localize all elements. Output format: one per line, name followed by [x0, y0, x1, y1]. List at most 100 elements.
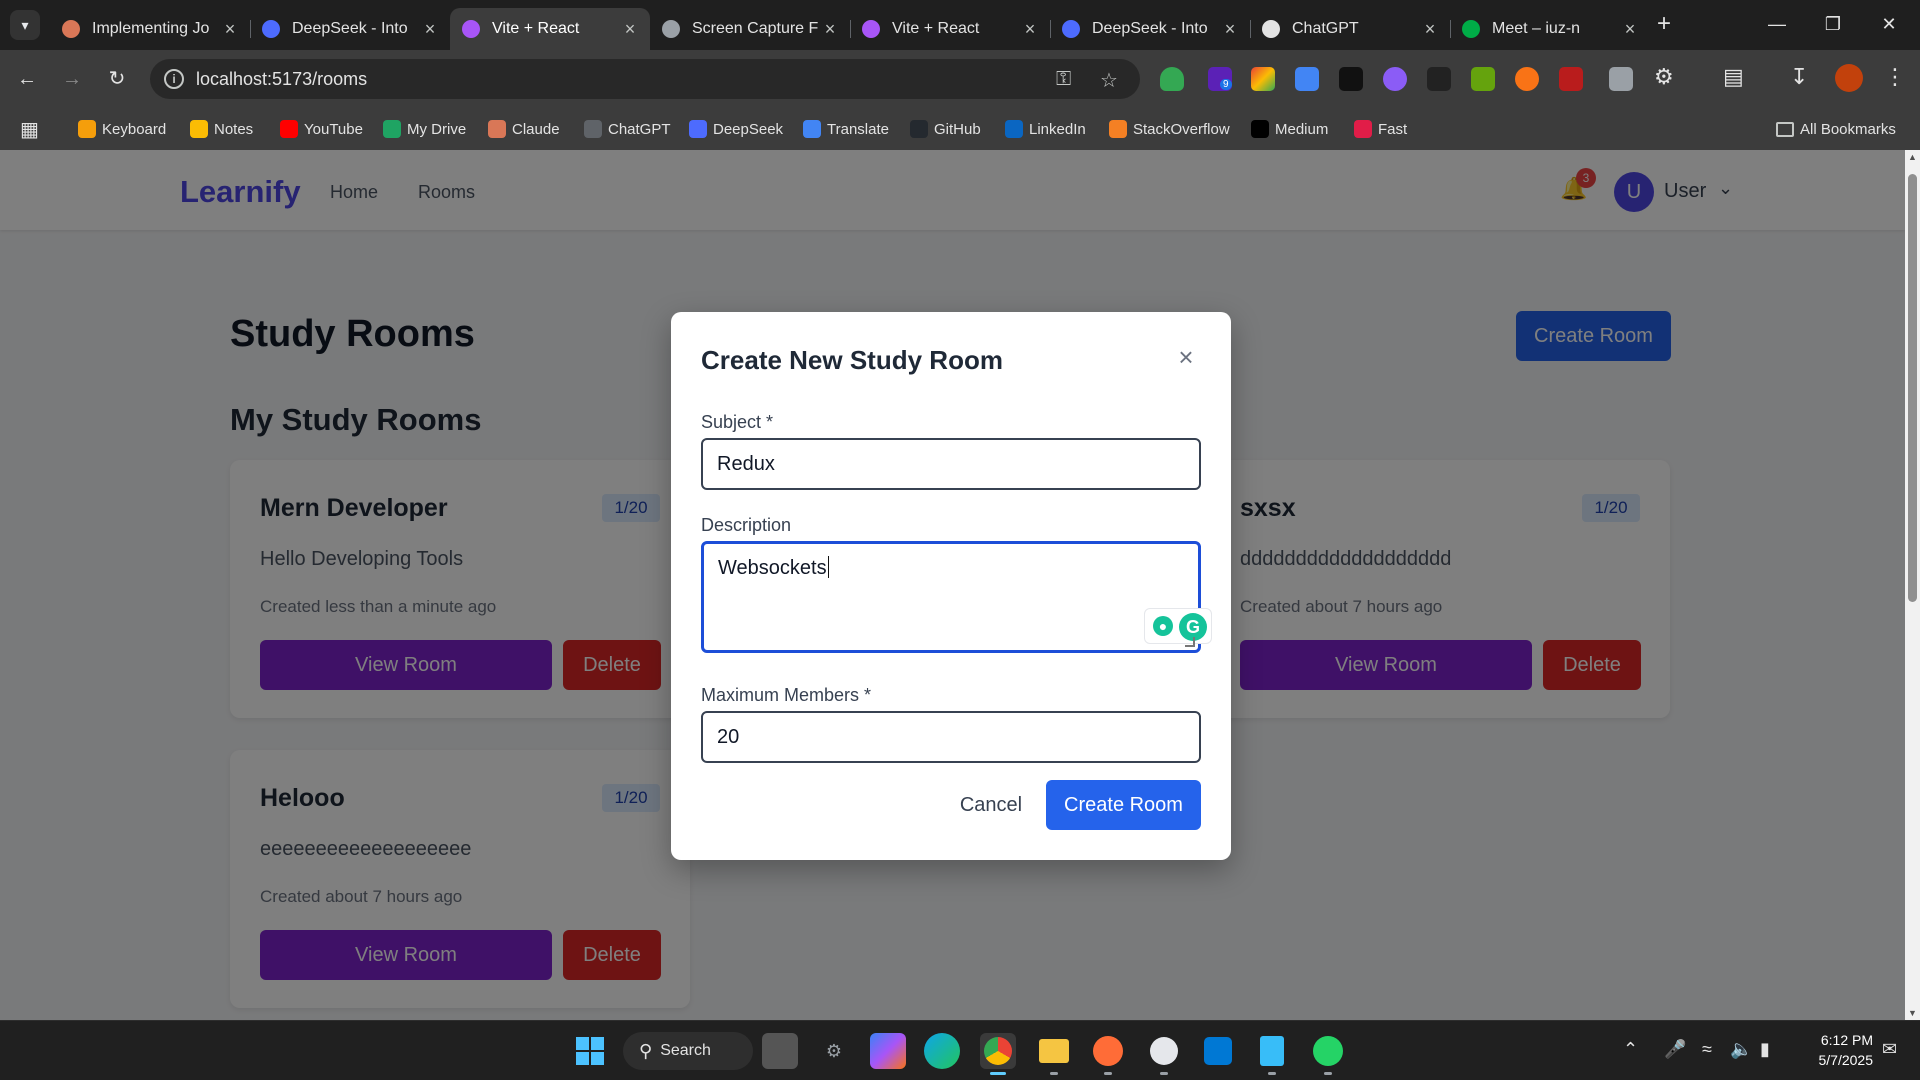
close-tab-icon[interactable]: × [820, 19, 840, 40]
chrome-taskbar-icon[interactable] [980, 1033, 1016, 1075]
browser-tab[interactable]: DeepSeek - Into × [250, 8, 450, 50]
scroll-down-arrow-icon[interactable]: ▼ [1905, 1008, 1920, 1018]
max-members-input[interactable]: 20 [701, 711, 1201, 763]
terminal-extension-icon[interactable] [1427, 67, 1451, 91]
lightbulb-icon[interactable]: ● [1153, 616, 1173, 636]
bookmark-item[interactable]: Medium [1251, 108, 1328, 150]
translate-extension-icon[interactable] [1295, 67, 1319, 91]
shield-extension-icon[interactable] [1160, 67, 1184, 91]
wifi-icon[interactable]: ≈ [1702, 1039, 1712, 1060]
reading-list-icon[interactable]: ▤ [1723, 64, 1744, 90]
restore-window-button[interactable]: ❐ [1810, 8, 1856, 40]
tab-title: Vite + React [892, 20, 980, 37]
microphone-icon[interactable]: 🎤 [1664, 1039, 1686, 1060]
bookmark-item[interactable]: My Drive [383, 108, 466, 150]
browser-tab[interactable]: ChatGPT × [1250, 8, 1450, 50]
close-tab-icon[interactable]: × [1020, 19, 1040, 40]
whatsapp-icon[interactable] [1310, 1033, 1346, 1075]
downloads-icon[interactable]: ↧ [1790, 64, 1808, 90]
password-key-icon[interactable]: ⚿ [1056, 68, 1071, 91]
show-hidden-icons-chevron-icon[interactable]: ⌃ [1623, 1039, 1638, 1060]
browser-tab[interactable]: Screen Capture F × [650, 8, 850, 50]
new-tab-button[interactable]: + [1650, 10, 1678, 38]
chart-extension-icon[interactable] [1471, 67, 1495, 91]
chrome-menu-icon[interactable]: ⋮ [1884, 64, 1906, 90]
close-window-button[interactable]: ✕ [1866, 8, 1912, 40]
bookmark-item[interactable]: GitHub [910, 108, 981, 150]
extensions-puzzle-icon[interactable]: ⚙ [1654, 64, 1674, 90]
search-icon: ⚲ [639, 1040, 653, 1061]
running-indicator [1104, 1072, 1112, 1075]
system-clock[interactable]: 6:12 PM 5/7/2025 [1793, 1030, 1874, 1070]
cancel-button[interactable]: Cancel [936, 780, 1046, 830]
minimize-window-button[interactable]: — [1754, 8, 1800, 40]
back-button[interactable]: ← [12, 64, 42, 94]
battery-icon[interactable]: ▮ [1760, 1039, 1770, 1060]
windows-start-icon[interactable] [572, 1033, 608, 1069]
address-bar[interactable]: i localhost:5173/rooms ⚿ ☆ [150, 59, 1140, 99]
signature-extension-icon[interactable] [1559, 67, 1583, 91]
browser-tab[interactable]: Meet – iuz-n × [1450, 8, 1650, 50]
close-tab-icon[interactable]: × [1620, 19, 1640, 40]
postman-icon[interactable] [1090, 1033, 1126, 1075]
file-explorer-icon[interactable] [1036, 1033, 1072, 1075]
page-scrollbar[interactable]: ▲ ▼ [1905, 150, 1920, 1020]
close-tab-icon[interactable]: × [220, 19, 240, 40]
description-textarea[interactable]: Websockets ● G [701, 541, 1212, 653]
browser-tab[interactable]: Vite + React × [850, 8, 1050, 50]
bookmark-item[interactable]: Claude [488, 108, 560, 150]
bookmark-star-icon[interactable]: ☆ [1100, 68, 1118, 93]
browser-tab[interactable]: Vite + React × [450, 8, 650, 50]
site-info-icon[interactable]: i [164, 69, 184, 89]
bookmark-item[interactable]: YouTube [280, 108, 363, 150]
edge-browser-icon[interactable] [924, 1033, 960, 1069]
copilot-icon[interactable] [870, 1033, 906, 1069]
scroll-up-arrow-icon[interactable]: ▲ [1905, 152, 1920, 162]
settings-gear-icon[interactable]: ⚙ [816, 1033, 852, 1069]
scrollbar-thumb[interactable] [1908, 174, 1917, 602]
browser-tab[interactable]: DeepSeek - Into × [1050, 8, 1250, 50]
bookmark-item[interactable]: DeepSeek [689, 108, 783, 150]
close-tab-icon[interactable]: × [420, 19, 440, 40]
task-view-icon[interactable] [762, 1033, 798, 1069]
forward-button[interactable]: → [57, 64, 87, 94]
bookmark-favicon-icon [1354, 120, 1372, 138]
apps-grid-icon[interactable]: ▦ [20, 108, 39, 150]
notification-center-icon[interactable]: ✉ [1882, 1039, 1897, 1060]
resize-handle[interactable] [1185, 637, 1195, 647]
close-tab-icon[interactable]: × [620, 19, 640, 40]
pen-extension-icon[interactable] [1339, 67, 1363, 91]
bookmark-item[interactable]: StackOverflow [1109, 108, 1230, 150]
all-bookmarks-folder[interactable]: All Bookmarks [1776, 108, 1896, 150]
bookmark-item[interactable]: Fast [1354, 108, 1407, 150]
bookmark-item[interactable]: Keyboard [78, 108, 166, 150]
camera-icon [662, 20, 680, 38]
submit-create-room-button[interactable]: Create Room [1046, 780, 1201, 830]
color-extension-icon[interactable] [1251, 67, 1275, 91]
camera-extension-icon[interactable] [1609, 67, 1633, 91]
folder-icon [1039, 1039, 1069, 1063]
vscode-icon[interactable] [1200, 1033, 1236, 1069]
subject-input[interactable]: Redux [701, 438, 1201, 490]
ghost-extension-icon[interactable] [1383, 67, 1407, 91]
extension-icon[interactable]: 9 [1208, 67, 1232, 91]
volume-icon[interactable]: 🔈 [1730, 1039, 1752, 1060]
close-tab-icon[interactable]: × [1420, 19, 1440, 40]
close-tab-icon[interactable]: × [1220, 19, 1240, 40]
close-icon[interactable]: × [1171, 342, 1201, 372]
browser-tab[interactable]: Implementing Jo × [50, 8, 250, 50]
bookmark-item[interactable]: LinkedIn [1005, 108, 1086, 150]
notepad-icon[interactable] [1254, 1033, 1290, 1075]
description-label: Description [701, 515, 792, 535]
grammarly-widget[interactable]: ● G [1144, 608, 1212, 644]
bookmark-item[interactable]: ChatGPT [584, 108, 671, 150]
firefox-style-extension-icon[interactable] [1515, 67, 1539, 91]
reload-button[interactable]: ↻ [102, 64, 132, 94]
tab-search-button[interactable]: ▾ [10, 10, 40, 40]
bookmark-item[interactable]: Notes [190, 108, 253, 150]
url-text[interactable]: localhost:5173/rooms [196, 69, 367, 90]
bookmark-item[interactable]: Translate [803, 108, 889, 150]
mongodb-compass-icon[interactable] [1146, 1033, 1182, 1075]
taskbar-search[interactable]: ⚲ Search [623, 1032, 753, 1070]
profile-avatar-icon[interactable] [1835, 64, 1863, 92]
